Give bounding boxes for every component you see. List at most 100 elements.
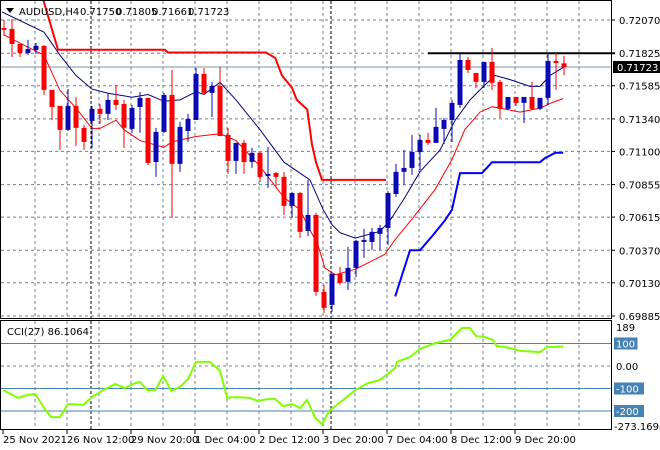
- price-tick-label: 0.69885: [619, 312, 660, 323]
- candle[interactable]: [425, 132, 431, 145]
- candle[interactable]: [433, 107, 439, 143]
- candle[interactable]: [137, 91, 143, 133]
- candle[interactable]: [121, 99, 127, 148]
- candle-body: [105, 99, 111, 114]
- candle[interactable]: [129, 104, 135, 133]
- dropdown-triangle-icon[interactable]: [6, 8, 14, 13]
- candle[interactable]: [217, 66, 223, 136]
- candle[interactable]: [449, 99, 455, 142]
- price-tick-label: 0.70855: [619, 181, 660, 192]
- candle[interactable]: [385, 190, 391, 245]
- candle-body: [65, 105, 71, 130]
- candle[interactable]: [177, 121, 183, 172]
- price-tick-label: 0.71825: [619, 49, 660, 60]
- candle[interactable]: [353, 239, 359, 277]
- candle[interactable]: [113, 84, 119, 110]
- candle[interactable]: [105, 92, 111, 120]
- candle-body: [385, 192, 391, 228]
- candle-body: [241, 142, 247, 162]
- candle[interactable]: [249, 147, 255, 168]
- candle[interactable]: [193, 67, 199, 120]
- candle[interactable]: [209, 81, 215, 117]
- candle[interactable]: [289, 191, 295, 218]
- candle[interactable]: [361, 228, 367, 258]
- main-panel-border: [0, 0, 612, 319]
- candle[interactable]: [9, 18, 15, 57]
- candle[interactable]: [537, 97, 543, 110]
- candle[interactable]: [225, 127, 231, 174]
- cci-tick-label: 0.00: [616, 362, 638, 373]
- candle-body: [249, 152, 255, 162]
- candle[interactable]: [561, 55, 567, 76]
- time-tick-label: 26 Nov 12:00: [67, 435, 134, 446]
- candle-body: [9, 28, 15, 44]
- candle-body: [129, 107, 135, 129]
- candle[interactable]: [465, 56, 471, 73]
- candle-body: [489, 61, 495, 83]
- candle[interactable]: [49, 89, 55, 120]
- candle-body: [81, 127, 87, 142]
- candle-body: [161, 94, 167, 132]
- candle[interactable]: [441, 117, 447, 144]
- candle[interactable]: [73, 96, 79, 146]
- candle[interactable]: [65, 88, 71, 131]
- candle-body: [289, 192, 295, 206]
- candle[interactable]: [505, 96, 511, 110]
- candle[interactable]: [313, 212, 319, 296]
- candle[interactable]: [329, 273, 335, 312]
- candle-body: [97, 108, 103, 114]
- candle[interactable]: [409, 134, 415, 175]
- candle[interactable]: [497, 79, 503, 118]
- candle-body: [401, 167, 407, 172]
- candle[interactable]: [377, 224, 383, 250]
- candle[interactable]: [97, 103, 103, 124]
- candle[interactable]: [201, 67, 207, 95]
- candle[interactable]: [457, 52, 463, 108]
- candle-body: [505, 96, 511, 109]
- trading-chart[interactable]: 0.72070 0.71825 0.71585 0.71340 0.71100 0.708…: [0, 0, 660, 450]
- candle[interactable]: [337, 266, 343, 285]
- candle[interactable]: [553, 52, 559, 90]
- candle[interactable]: [513, 96, 519, 106]
- candle[interactable]: [17, 43, 23, 57]
- candle[interactable]: [545, 52, 551, 105]
- time-tick-label: 3 Dec 20:00: [323, 435, 384, 446]
- candle[interactable]: [81, 124, 87, 150]
- candle-body: [433, 126, 439, 143]
- candle[interactable]: [297, 191, 303, 238]
- candle-body: [497, 81, 503, 109]
- candle-body: [537, 97, 543, 109]
- candle[interactable]: [393, 163, 399, 197]
- candle[interactable]: [401, 149, 407, 185]
- candle[interactable]: [281, 171, 287, 215]
- candle[interactable]: [257, 151, 263, 182]
- time-tick-label: 2 Dec 12:00: [259, 435, 320, 446]
- candle-body: [377, 227, 383, 234]
- candle[interactable]: [145, 97, 151, 165]
- candle-body: [113, 99, 119, 105]
- candle[interactable]: [345, 246, 351, 290]
- candle-body: [417, 139, 423, 152]
- cci-tick-label: -200: [616, 407, 639, 418]
- candle[interactable]: [489, 47, 495, 90]
- candle-body: [305, 214, 311, 231]
- candle-body: [369, 231, 375, 242]
- candle[interactable]: [1, 20, 7, 36]
- close-value: 0.71723: [188, 7, 229, 18]
- candle[interactable]: [265, 146, 271, 188]
- candle[interactable]: [241, 139, 247, 174]
- candle[interactable]: [169, 69, 175, 218]
- candle[interactable]: [321, 284, 327, 313]
- candle[interactable]: [161, 92, 167, 133]
- candle[interactable]: [41, 44, 47, 95]
- candle[interactable]: [417, 134, 423, 170]
- candle[interactable]: [305, 179, 311, 236]
- candle-body: [521, 96, 527, 103]
- candle[interactable]: [153, 127, 159, 177]
- current-price-label: 0.71723: [617, 63, 658, 74]
- ma-slow-line: [3, 34, 564, 276]
- candle-body: [201, 73, 207, 93]
- candle[interactable]: [57, 105, 63, 150]
- candle[interactable]: [369, 227, 375, 250]
- candle[interactable]: [233, 142, 239, 174]
